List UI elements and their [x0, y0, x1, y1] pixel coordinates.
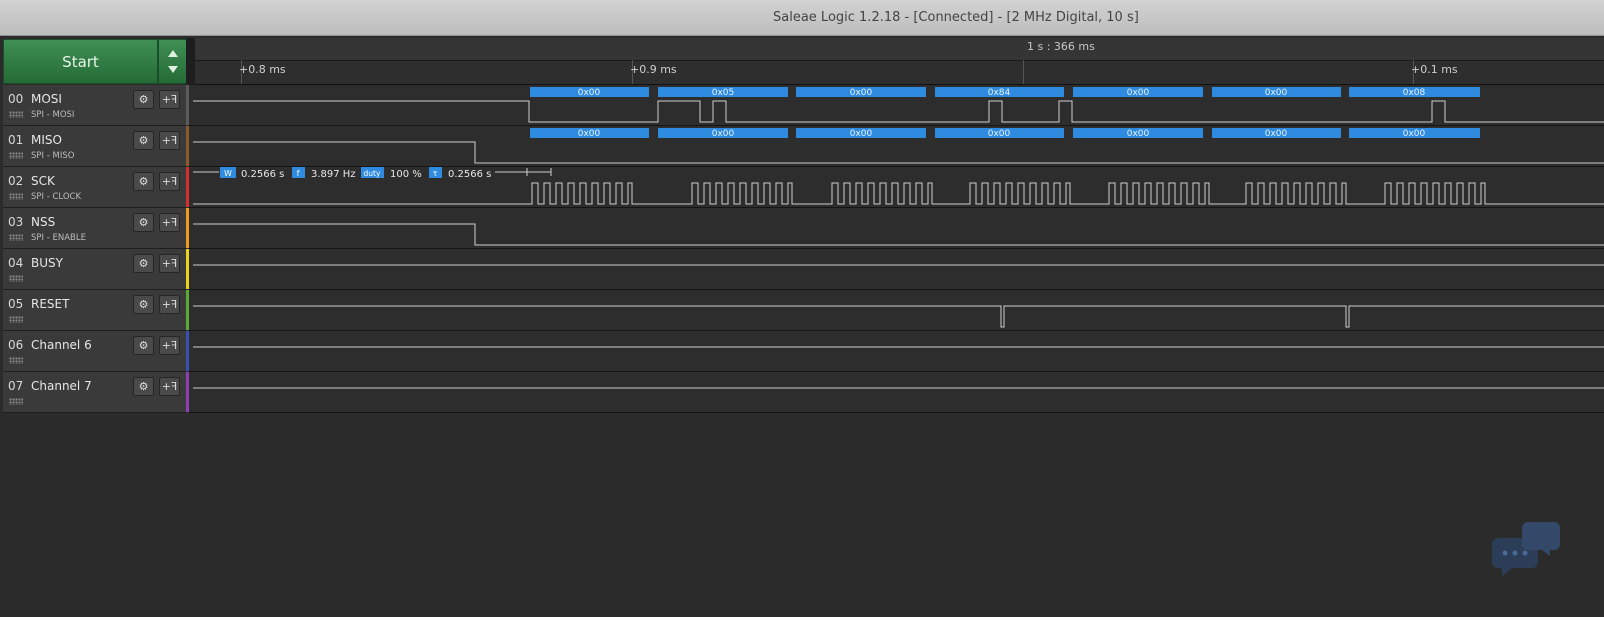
- gear-icon[interactable]: ⚙: [133, 172, 154, 191]
- channel-row[interactable]: 07 Channel 7 ⚙ +ꟻ: [3, 372, 190, 413]
- timeline-tick-label: +0.9 ms: [630, 63, 677, 76]
- channel-row[interactable]: 05 RESET ⚙ +ꟻ: [3, 290, 190, 331]
- decode-byte: 0x00: [850, 129, 873, 139]
- decode-byte: 0x00: [1127, 88, 1150, 98]
- window-title: Saleae Logic 1.2.18 - [Connected] - [2 M…: [773, 10, 1139, 25]
- measure-frequency: 3.897 Hz: [311, 169, 356, 180]
- window-title-bar: Saleae Logic 1.2.18 - [Connected] - [2 M…: [0, 0, 1604, 36]
- decode-byte: 0x00: [1127, 129, 1150, 139]
- channel-name[interactable]: MISO: [31, 133, 62, 147]
- channel-row[interactable]: 00 MOSI SPI - MOSI ⚙ +ꟻ: [3, 85, 190, 126]
- drag-handle-icon[interactable]: [9, 111, 23, 118]
- decode-byte: 0x00: [578, 88, 601, 98]
- waveform-row-bg: [189, 249, 1604, 289]
- timeline-marker-band: [195, 38, 1604, 61]
- channel-name[interactable]: MOSI: [31, 92, 62, 106]
- channel-row[interactable]: 02 SCK SPI - CLOCK ⚙ +ꟻ: [3, 167, 190, 208]
- decode-byte: 0x84: [988, 88, 1011, 98]
- channel-number: 00: [8, 92, 24, 106]
- channel-analyzer-label: SPI - MOSI: [31, 110, 75, 120]
- channel-number: 02: [8, 174, 24, 188]
- timeline-ruler[interactable]: 1 s : 366 ms +0.8 ms +0.9 ms +0.1 ms: [195, 38, 1604, 85]
- drag-handle-icon[interactable]: [9, 316, 23, 323]
- trigger-icon[interactable]: +ꟻ: [159, 295, 180, 314]
- measure-badge: duty: [364, 169, 381, 178]
- measure-duty: 100 %: [390, 169, 422, 180]
- gear-icon[interactable]: ⚙: [133, 336, 154, 355]
- waveform-row-bg: [189, 208, 1604, 248]
- channel-analyzer-label: SPI - ENABLE: [31, 233, 86, 243]
- channel-number: 07: [8, 379, 24, 393]
- channel-analyzer-label: SPI - CLOCK: [31, 192, 82, 202]
- channel-name[interactable]: Channel 7: [31, 379, 92, 393]
- start-options-button[interactable]: [158, 39, 188, 84]
- waveform-row-bg: [189, 290, 1604, 330]
- channel-row[interactable]: 03 NSS SPI - ENABLE ⚙ +ꟻ: [3, 208, 190, 249]
- measure-period: 0.2566 s: [448, 169, 491, 180]
- trigger-icon[interactable]: +ꟻ: [159, 336, 180, 355]
- timeline-gutter: [186, 38, 195, 85]
- channel-list: 00 MOSI SPI - MOSI ⚙ +ꟻ 01 MISO SPI - MI…: [3, 85, 190, 413]
- measure-width: 0.2566 s: [241, 169, 284, 180]
- channel-name[interactable]: RESET: [31, 297, 69, 311]
- channel-number: 01: [8, 133, 24, 147]
- channel-analyzer-label: SPI - MISO: [31, 151, 75, 161]
- channel-number: 04: [8, 256, 24, 270]
- decode-byte: 0x00: [712, 129, 735, 139]
- decode-byte: 0x00: [578, 129, 601, 139]
- drag-handle-icon[interactable]: [9, 234, 23, 241]
- drag-handle-icon[interactable]: [9, 398, 23, 405]
- channel-row[interactable]: 01 MISO SPI - MISO ⚙ +ꟻ: [3, 126, 190, 167]
- trigger-icon[interactable]: +ꟻ: [159, 131, 180, 150]
- gear-icon[interactable]: ⚙: [133, 131, 154, 150]
- channel-number: 06: [8, 338, 24, 352]
- gear-icon[interactable]: ⚙: [133, 90, 154, 109]
- timeline-marker-line: [1023, 60, 1024, 84]
- drag-handle-icon[interactable]: [9, 193, 23, 200]
- drag-handle-icon[interactable]: [9, 275, 23, 282]
- drag-handle-icon[interactable]: [9, 357, 23, 364]
- channel-name[interactable]: NSS: [31, 215, 55, 229]
- channel-row[interactable]: 06 Channel 6 ⚙ +ꟻ: [3, 331, 190, 372]
- decode-byte: 0x00: [850, 88, 873, 98]
- trigger-icon[interactable]: +ꟻ: [159, 90, 180, 109]
- gear-icon[interactable]: ⚙: [133, 213, 154, 232]
- channel-name[interactable]: SCK: [31, 174, 55, 188]
- channel-name[interactable]: BUSY: [31, 256, 63, 270]
- drag-handle-icon[interactable]: [9, 152, 23, 159]
- decode-byte: 0x00: [1265, 88, 1288, 98]
- decode-byte: 0x08: [1403, 88, 1426, 98]
- chat-bubble-logo-icon: [1492, 522, 1560, 576]
- channel-row[interactable]: 04 BUSY ⚙ +ꟻ: [3, 249, 190, 290]
- decode-byte: 0x00: [988, 129, 1011, 139]
- channel-name[interactable]: Channel 6: [31, 338, 92, 352]
- arrow-up-icon: [168, 50, 178, 57]
- waveform-row-bg: [189, 372, 1604, 412]
- miso-decode-track: 0x00 0x00 0x00 0x00 0x00 0x00 0x00: [530, 128, 1480, 139]
- channel-number: 05: [8, 297, 24, 311]
- trigger-icon[interactable]: +ꟻ: [159, 172, 180, 191]
- trigger-icon[interactable]: +ꟻ: [159, 377, 180, 396]
- trigger-icon[interactable]: +ꟻ: [159, 254, 180, 273]
- timeline-marker-label: 1 s : 366 ms: [1027, 40, 1095, 53]
- waveform-area[interactable]: 0x00 0x05 0x00 0x84 0x00 0x00 0x08 0x00 …: [189, 85, 1604, 415]
- timeline-tick-label: +0.1 ms: [1411, 63, 1458, 76]
- decode-byte: 0x00: [1403, 129, 1426, 139]
- decode-byte: 0x05: [712, 88, 735, 98]
- arrow-down-icon: [168, 66, 178, 73]
- channel-number: 03: [8, 215, 24, 229]
- mosi-decode-track: 0x00 0x05 0x00 0x84 0x00 0x00 0x08: [530, 87, 1480, 98]
- start-button[interactable]: Start: [3, 39, 158, 84]
- waveform-row-bg: [189, 331, 1604, 371]
- decode-byte: 0x00: [1265, 129, 1288, 139]
- measure-badge: W: [224, 169, 232, 178]
- trigger-icon[interactable]: +ꟻ: [159, 213, 180, 232]
- measure-badge: τ: [433, 169, 438, 178]
- measure-badge: f: [297, 169, 300, 178]
- timeline-tick-label: +0.8 ms: [239, 63, 286, 76]
- gear-icon[interactable]: ⚙: [133, 295, 154, 314]
- gear-icon[interactable]: ⚙: [133, 254, 154, 273]
- gear-icon[interactable]: ⚙: [133, 377, 154, 396]
